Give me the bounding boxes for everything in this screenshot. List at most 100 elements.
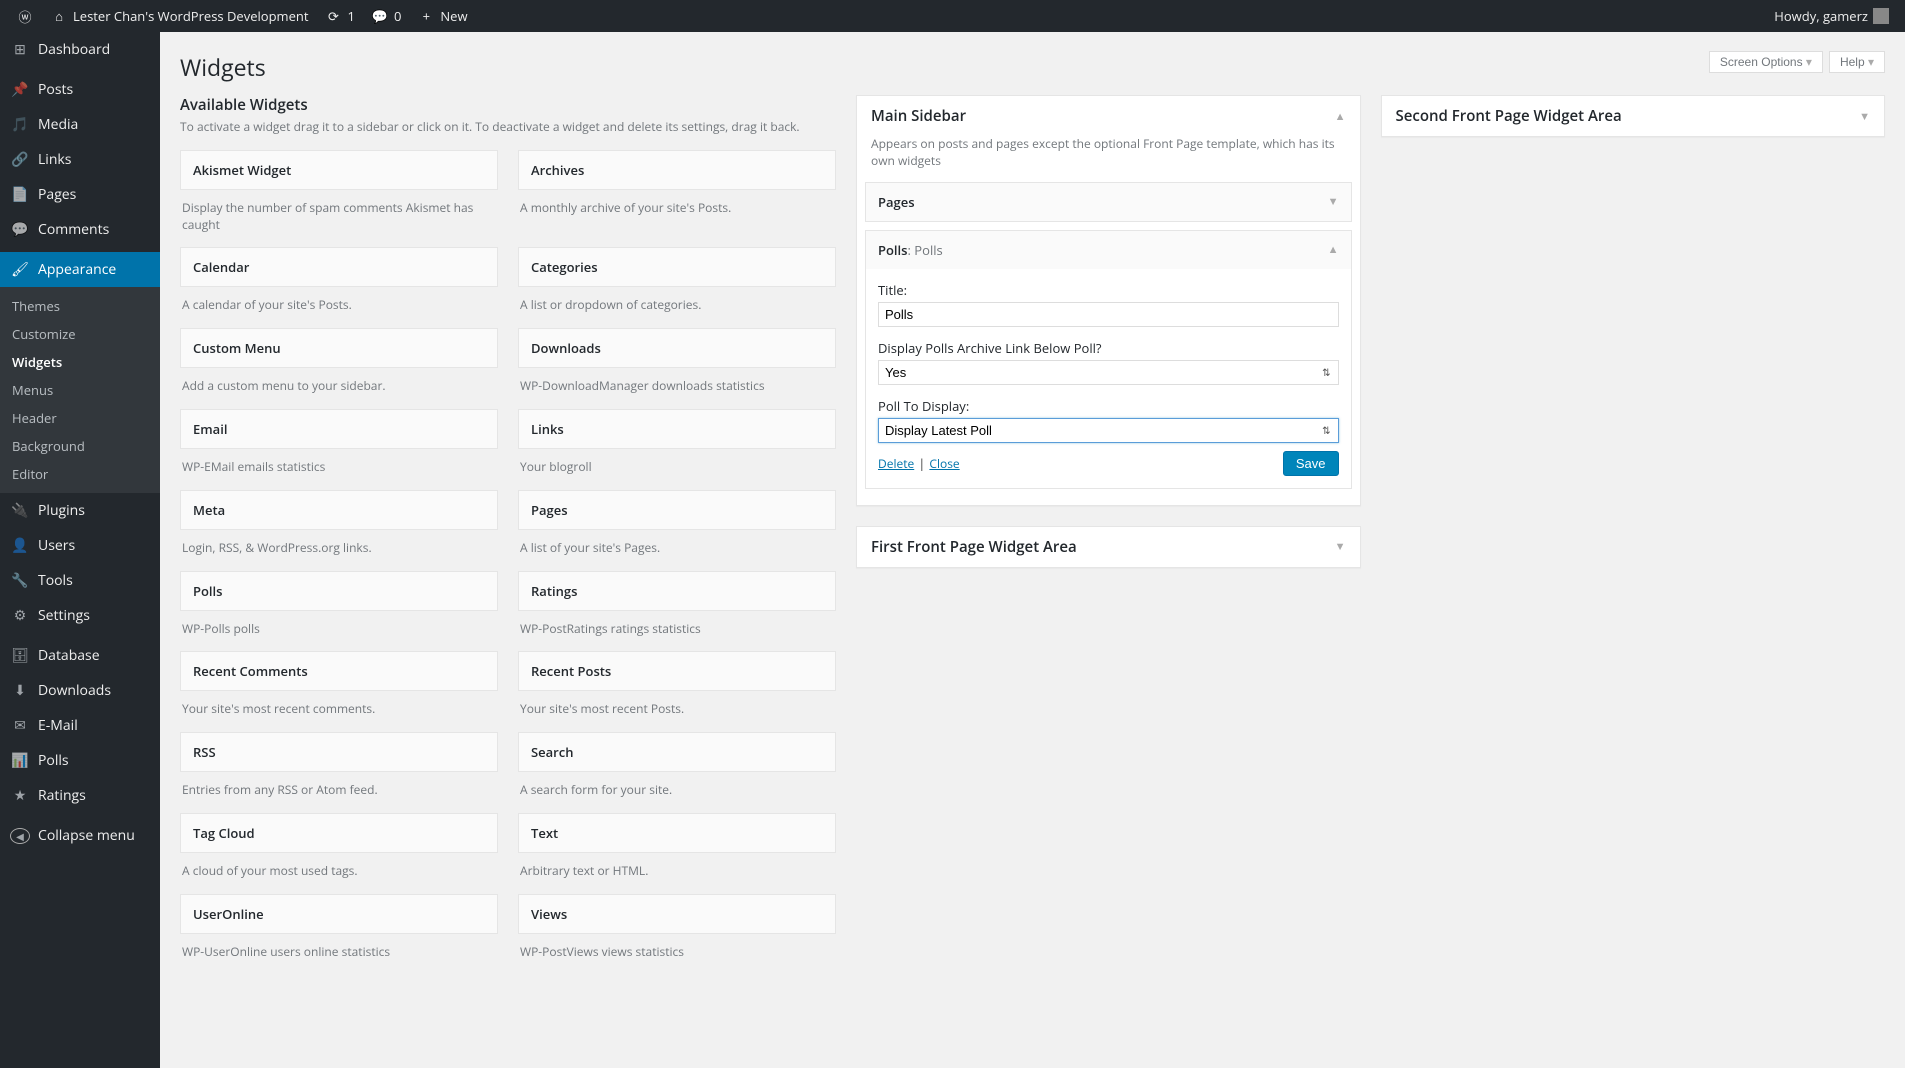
new-content-link[interactable]: +New bbox=[409, 0, 475, 32]
first-fp-sidebar-box: First Front Page Widget Area ▼ bbox=[856, 526, 1361, 568]
available-widget[interactable]: ArchivesA monthly archive of your site's… bbox=[518, 150, 836, 248]
comments-link[interactable]: 💬0 bbox=[363, 0, 409, 32]
updates-link[interactable]: ⟳1 bbox=[317, 0, 363, 32]
menu-settings[interactable]: ⚙Settings bbox=[0, 598, 160, 633]
widget-desc: WP-EMail emails statistics bbox=[180, 449, 498, 490]
menu-polls[interactable]: 📊Polls bbox=[0, 743, 160, 778]
available-widget[interactable]: PollsWP-Polls polls bbox=[180, 571, 498, 652]
widget-title: Email bbox=[180, 409, 498, 449]
collapse-menu[interactable]: ◀Collapse menu bbox=[0, 818, 160, 853]
widget-title: Ratings bbox=[518, 571, 836, 611]
help-button[interactable]: Help bbox=[1829, 51, 1885, 73]
available-widget[interactable]: RatingsWP-PostRatings ratings statistics bbox=[518, 571, 836, 652]
available-widget[interactable]: Recent CommentsYour site's most recent c… bbox=[180, 651, 498, 732]
available-widget[interactable]: RSSEntries from any RSS or Atom feed. bbox=[180, 732, 498, 813]
widget-title: RSS bbox=[180, 732, 498, 772]
widget-title: Custom Menu bbox=[180, 328, 498, 368]
widget-desc: A monthly archive of your site's Posts. bbox=[518, 190, 836, 231]
submenu-header[interactable]: Header bbox=[0, 404, 160, 432]
poll-display-select[interactable]: Display Latest Poll bbox=[878, 418, 1339, 443]
menu-database[interactable]: 🗄Database bbox=[0, 638, 160, 673]
archive-select[interactable]: Yes bbox=[878, 360, 1339, 385]
available-widget[interactable]: ViewsWP-PostViews views statistics bbox=[518, 894, 836, 975]
submenu-customize[interactable]: Customize bbox=[0, 320, 160, 348]
second-fp-sidebar-box: Second Front Page Widget Area ▼ bbox=[1381, 95, 1886, 137]
widget-title: Text bbox=[518, 813, 836, 853]
screen-options-button[interactable]: Screen Options bbox=[1709, 51, 1823, 73]
home-icon: ⌂ bbox=[50, 7, 68, 25]
widget-desc: Add a custom menu to your sidebar. bbox=[180, 368, 498, 409]
widget-desc: WP-PostRatings ratings statistics bbox=[518, 611, 836, 652]
widget-title: Links bbox=[518, 409, 836, 449]
menu-comments[interactable]: 💬Comments bbox=[0, 212, 160, 247]
available-widget[interactable]: CalendarA calendar of your site's Posts. bbox=[180, 247, 498, 328]
widget-desc: Display the number of spam comments Akis… bbox=[180, 190, 498, 248]
menu-plugins[interactable]: 🔌Plugins bbox=[0, 493, 160, 528]
widget-title: Polls bbox=[180, 571, 498, 611]
settings-icon: ⚙ bbox=[10, 606, 30, 625]
available-widget[interactable]: Recent PostsYour site's most recent Post… bbox=[518, 651, 836, 732]
available-widget[interactable]: TextArbitrary text or HTML. bbox=[518, 813, 836, 894]
chevron-down-icon: ▼ bbox=[1335, 539, 1346, 554]
submenu-widgets[interactable]: Widgets bbox=[0, 348, 160, 376]
menu-email[interactable]: ✉E-Mail bbox=[0, 708, 160, 743]
menu-posts[interactable]: 📌Posts bbox=[0, 72, 160, 107]
title-label: Title: bbox=[878, 281, 1339, 299]
dashboard-icon: ⊞ bbox=[10, 40, 30, 59]
available-widget[interactable]: UserOnlineWP-UserOnline users online sta… bbox=[180, 894, 498, 975]
widget-desc: A list or dropdown of categories. bbox=[518, 287, 836, 328]
second-fp-toggle[interactable]: Second Front Page Widget Area ▼ bbox=[1382, 96, 1885, 136]
media-icon: 🎵 bbox=[10, 115, 30, 134]
my-account[interactable]: Howdy, gamerz bbox=[1766, 0, 1897, 32]
appearance-submenu: Themes Customize Widgets Menus Header Ba… bbox=[0, 287, 160, 493]
main-sidebar-box: Main Sidebar ▲ Appears on posts and page… bbox=[856, 95, 1361, 506]
menu-dashboard[interactable]: ⊞Dashboard bbox=[0, 32, 160, 67]
widget-desc: A search form for your site. bbox=[518, 772, 836, 813]
submenu-editor[interactable]: Editor bbox=[0, 460, 160, 488]
submenu-themes[interactable]: Themes bbox=[0, 292, 160, 320]
available-widgets-title: Available Widgets bbox=[180, 95, 836, 115]
available-widget[interactable]: Akismet WidgetDisplay the number of spam… bbox=[180, 150, 498, 248]
star-icon: ★ bbox=[10, 786, 30, 805]
main-sidebar-toggle[interactable]: Main Sidebar ▲ bbox=[857, 96, 1360, 136]
widget-pages-toggle[interactable]: Pages ▼ bbox=[866, 183, 1351, 221]
available-widget[interactable]: CategoriesA list or dropdown of categori… bbox=[518, 247, 836, 328]
menu-users[interactable]: 👤Users bbox=[0, 528, 160, 563]
menu-pages[interactable]: 📄Pages bbox=[0, 177, 160, 212]
available-widget[interactable]: SearchA search form for your site. bbox=[518, 732, 836, 813]
widget-desc: A cloud of your most used tags. bbox=[180, 853, 498, 894]
menu-ratings[interactable]: ★Ratings bbox=[0, 778, 160, 813]
menu-appearance[interactable]: 🖌Appearance bbox=[0, 252, 160, 287]
widget-title: Meta bbox=[180, 490, 498, 530]
pin-icon: 📌 bbox=[10, 80, 30, 99]
wp-logo[interactable]: ⓦ bbox=[8, 0, 42, 32]
close-link[interactable]: Close bbox=[929, 455, 959, 472]
available-widget[interactable]: Custom MenuAdd a custom menu to your sid… bbox=[180, 328, 498, 409]
site-name-link[interactable]: ⌂ Lester Chan's WordPress Development bbox=[42, 0, 317, 32]
menu-tools[interactable]: 🔧Tools bbox=[0, 563, 160, 598]
available-widget[interactable]: Tag CloudA cloud of your most used tags. bbox=[180, 813, 498, 894]
menu-media[interactable]: 🎵Media bbox=[0, 107, 160, 142]
available-widget[interactable]: EmailWP-EMail emails statistics bbox=[180, 409, 498, 490]
user-icon: 👤 bbox=[10, 536, 30, 555]
delete-link[interactable]: Delete bbox=[878, 455, 914, 472]
available-widget[interactable]: PagesA list of your site's Pages. bbox=[518, 490, 836, 571]
available-widget[interactable]: LinksYour blogroll bbox=[518, 409, 836, 490]
first-fp-toggle[interactable]: First Front Page Widget Area ▼ bbox=[857, 527, 1360, 567]
widget-desc: Your blogroll bbox=[518, 449, 836, 490]
site-title: Lester Chan's WordPress Development bbox=[73, 7, 309, 25]
submenu-menus[interactable]: Menus bbox=[0, 376, 160, 404]
download-icon: ⬇ bbox=[10, 681, 30, 700]
widget-polls-toggle[interactable]: Polls: Polls ▲ bbox=[866, 231, 1351, 269]
widget-desc: WP-DownloadManager downloads statistics bbox=[518, 368, 836, 409]
menu-links[interactable]: 🔗Links bbox=[0, 142, 160, 177]
chevron-down-icon: ▼ bbox=[1859, 109, 1870, 124]
title-input[interactable] bbox=[878, 302, 1339, 327]
link-icon: 🔗 bbox=[10, 150, 30, 169]
available-widget[interactable]: MetaLogin, RSS, & WordPress.org links. bbox=[180, 490, 498, 571]
submenu-background[interactable]: Background bbox=[0, 432, 160, 460]
available-widget[interactable]: DownloadsWP-DownloadManager downloads st… bbox=[518, 328, 836, 409]
page-title: Widgets bbox=[180, 42, 1885, 87]
widget-title: Calendar bbox=[180, 247, 498, 287]
menu-downloads[interactable]: ⬇Downloads bbox=[0, 673, 160, 708]
